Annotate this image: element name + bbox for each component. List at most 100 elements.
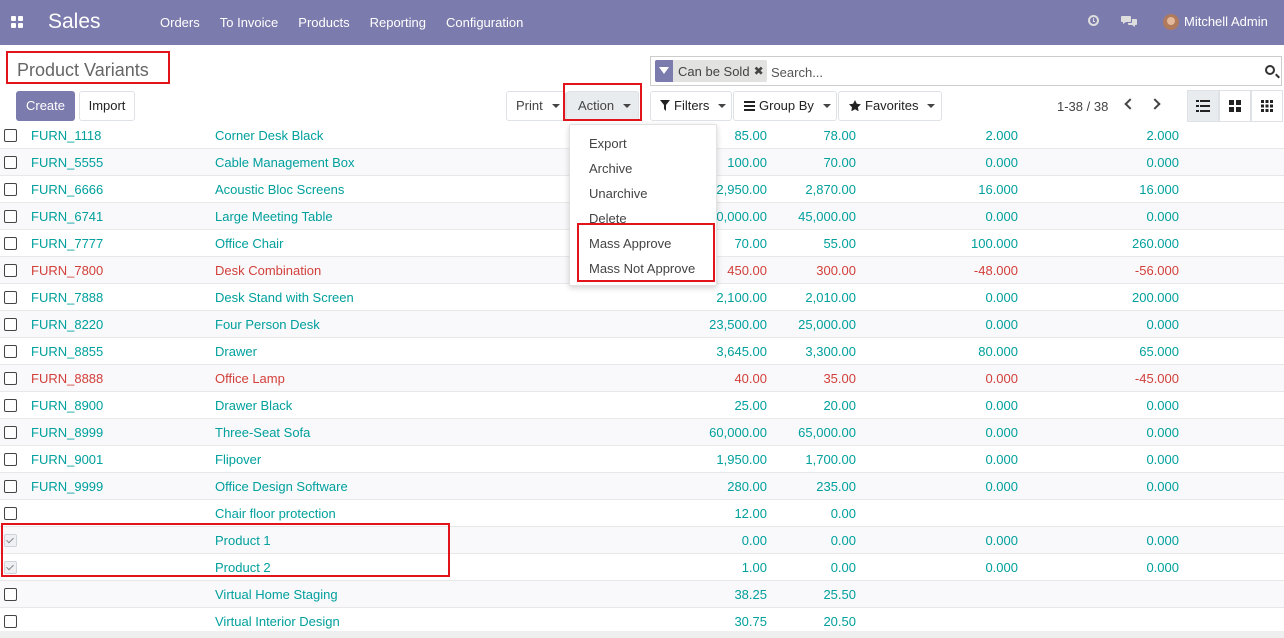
table-row[interactable]: FURN_8999 Three-Seat Sofa 60,000.00 65,000.… bbox=[0, 419, 1284, 446]
row-checkbox[interactable] bbox=[4, 507, 17, 520]
menu-item-configuration[interactable]: Configuration bbox=[436, 0, 533, 45]
search-icon[interactable] bbox=[1265, 65, 1275, 75]
row-cost: 0.00 bbox=[830, 533, 856, 548]
row-checkbox[interactable] bbox=[4, 129, 17, 142]
row-sales-price: 30.75 bbox=[734, 614, 767, 629]
search-bar: Can be Sold ✖ bbox=[650, 56, 1282, 86]
menu-item-reporting[interactable]: Reporting bbox=[360, 0, 436, 45]
row-checkbox[interactable] bbox=[4, 156, 17, 169]
row-checkbox[interactable] bbox=[4, 318, 17, 331]
row-qty-forecast: 0.000 bbox=[1146, 317, 1179, 332]
horizontal-scrollbar[interactable] bbox=[0, 631, 1284, 638]
row-checkbox[interactable] bbox=[4, 372, 17, 385]
group-by-button[interactable]: Group By bbox=[733, 91, 837, 121]
row-sales-price: 100.00 bbox=[727, 155, 767, 170]
table-row[interactable]: FURN_8900 Drawer Black 25.00 20.00 0.000 0.00… bbox=[0, 392, 1284, 419]
row-cost: 300.00 bbox=[816, 263, 856, 278]
activity-clock-icon[interactable] bbox=[1088, 15, 1099, 26]
create-button[interactable]: Create bbox=[16, 91, 75, 121]
row-sales-price: 1,950.00 bbox=[716, 452, 767, 467]
row-sales-price: 2,950.00 bbox=[716, 182, 767, 197]
table-row[interactable]: FURN_8855 Drawer 3,645.00 3,300.00 80.000 65.… bbox=[0, 338, 1284, 365]
row-sales-price: 2,100.00 bbox=[716, 290, 767, 305]
row-qty-forecast: 0.000 bbox=[1146, 209, 1179, 224]
filters-button[interactable]: Filters bbox=[650, 91, 732, 121]
row-checkbox[interactable] bbox=[4, 615, 17, 628]
row-sales-price: 12.00 bbox=[734, 506, 767, 521]
breadcrumb: Product Variants bbox=[6, 51, 170, 84]
row-qty-forecast: 260.000 bbox=[1132, 236, 1179, 251]
row-qty-forecast: 0.000 bbox=[1146, 155, 1179, 170]
favorites-button[interactable]: Favorites bbox=[838, 91, 942, 121]
row-reference: FURN_8888 bbox=[31, 371, 104, 386]
row-checkbox[interactable] bbox=[4, 399, 17, 412]
user-name[interactable]: Mitchell Admin bbox=[1184, 14, 1268, 29]
print-button[interactable]: Print bbox=[506, 91, 566, 121]
menu-item-orders[interactable]: Orders bbox=[150, 0, 210, 45]
row-checkbox[interactable] bbox=[4, 210, 17, 223]
menu-item-export[interactable]: Export bbox=[589, 136, 627, 151]
row-checkbox[interactable] bbox=[4, 264, 17, 277]
menu-item-to-invoice[interactable]: To Invoice bbox=[210, 0, 289, 45]
chevron-left-icon[interactable] bbox=[1124, 98, 1136, 110]
kanban-view-button[interactable] bbox=[1219, 90, 1251, 122]
chevron-right-icon[interactable] bbox=[1149, 98, 1161, 110]
row-checkbox[interactable] bbox=[4, 426, 17, 439]
row-reference: FURN_8855 bbox=[31, 344, 104, 359]
apps-menu-icon[interactable] bbox=[11, 16, 23, 28]
caret-down-icon bbox=[927, 104, 936, 108]
row-qty-on-hand: 0.000 bbox=[985, 290, 1018, 305]
close-icon[interactable]: ✖ bbox=[754, 64, 767, 78]
list-view-button[interactable] bbox=[1187, 90, 1219, 122]
row-qty-on-hand: 0.000 bbox=[985, 533, 1018, 548]
table-row[interactable]: Virtual Home Staging 38.25 25.50 bbox=[0, 581, 1284, 608]
filter-icon bbox=[655, 60, 673, 82]
import-button[interactable]: Import bbox=[79, 91, 135, 121]
row-checkbox[interactable] bbox=[4, 453, 17, 466]
row-qty-forecast: -56.000 bbox=[1134, 263, 1179, 278]
pager-value[interactable]: 1-38 / 38 bbox=[1057, 99, 1108, 114]
row-checkbox[interactable] bbox=[4, 588, 17, 601]
menu-item-unarchive[interactable]: Unarchive bbox=[589, 186, 648, 201]
row-checkbox[interactable] bbox=[4, 183, 17, 196]
selected-rows-highlight-box bbox=[1, 523, 450, 577]
table-row[interactable]: FURN_8220 Four Person Desk 23,500.00 25,000… bbox=[0, 311, 1284, 338]
chat-icon[interactable] bbox=[1121, 15, 1137, 28]
caret-down-icon bbox=[551, 104, 560, 108]
row-product-name: Office Lamp bbox=[215, 371, 285, 386]
app-brand[interactable]: Sales bbox=[48, 10, 101, 34]
filters-label: Filters bbox=[674, 98, 710, 113]
kanban-view-icon bbox=[1229, 100, 1241, 112]
row-checkbox[interactable] bbox=[4, 237, 17, 250]
row-qty-on-hand: 0.000 bbox=[985, 560, 1018, 575]
row-qty-on-hand: 0.000 bbox=[985, 317, 1018, 332]
menu-item-archive[interactable]: Archive bbox=[589, 161, 632, 176]
row-checkbox[interactable] bbox=[4, 345, 17, 358]
list-view-icon bbox=[1196, 100, 1210, 112]
row-sales-price: 70.00 bbox=[734, 236, 767, 251]
row-reference: FURN_7777 bbox=[31, 236, 104, 251]
row-qty-on-hand: 16.000 bbox=[978, 182, 1018, 197]
row-qty-on-hand: 0.000 bbox=[985, 452, 1018, 467]
user-avatar[interactable] bbox=[1163, 14, 1179, 30]
row-checkbox[interactable] bbox=[4, 291, 17, 304]
row-sales-price: 25.00 bbox=[734, 398, 767, 413]
row-checkbox[interactable] bbox=[4, 480, 17, 493]
table-row[interactable]: FURN_7888 Desk Stand with Screen 2,100.00 2… bbox=[0, 284, 1284, 311]
table-row[interactable]: FURN_9999 Office Design Software 280.00 235… bbox=[0, 473, 1284, 500]
row-qty-forecast: 0.000 bbox=[1146, 452, 1179, 467]
row-cost: 1,700.00 bbox=[805, 452, 856, 467]
row-qty-forecast: 16.000 bbox=[1139, 182, 1179, 197]
table-row[interactable]: FURN_9001 Flipover 1,950.00 1,700.00 0.000 0.… bbox=[0, 446, 1284, 473]
row-sales-price: 3,645.00 bbox=[716, 344, 767, 359]
row-product-name: Large Meeting Table bbox=[215, 209, 333, 224]
row-cost: 2,870.00 bbox=[805, 182, 856, 197]
search-facet: Can be Sold ✖ bbox=[655, 60, 767, 82]
caret-down-icon bbox=[822, 104, 831, 108]
search-input[interactable] bbox=[771, 63, 1231, 81]
grid-view-button[interactable] bbox=[1251, 90, 1283, 122]
row-qty-on-hand: 0.000 bbox=[985, 371, 1018, 386]
row-reference: FURN_8900 bbox=[31, 398, 104, 413]
menu-item-products[interactable]: Products bbox=[288, 0, 359, 45]
table-row[interactable]: FURN_8888 Office Lamp 40.00 35.00 0.000 -45.0… bbox=[0, 365, 1284, 392]
